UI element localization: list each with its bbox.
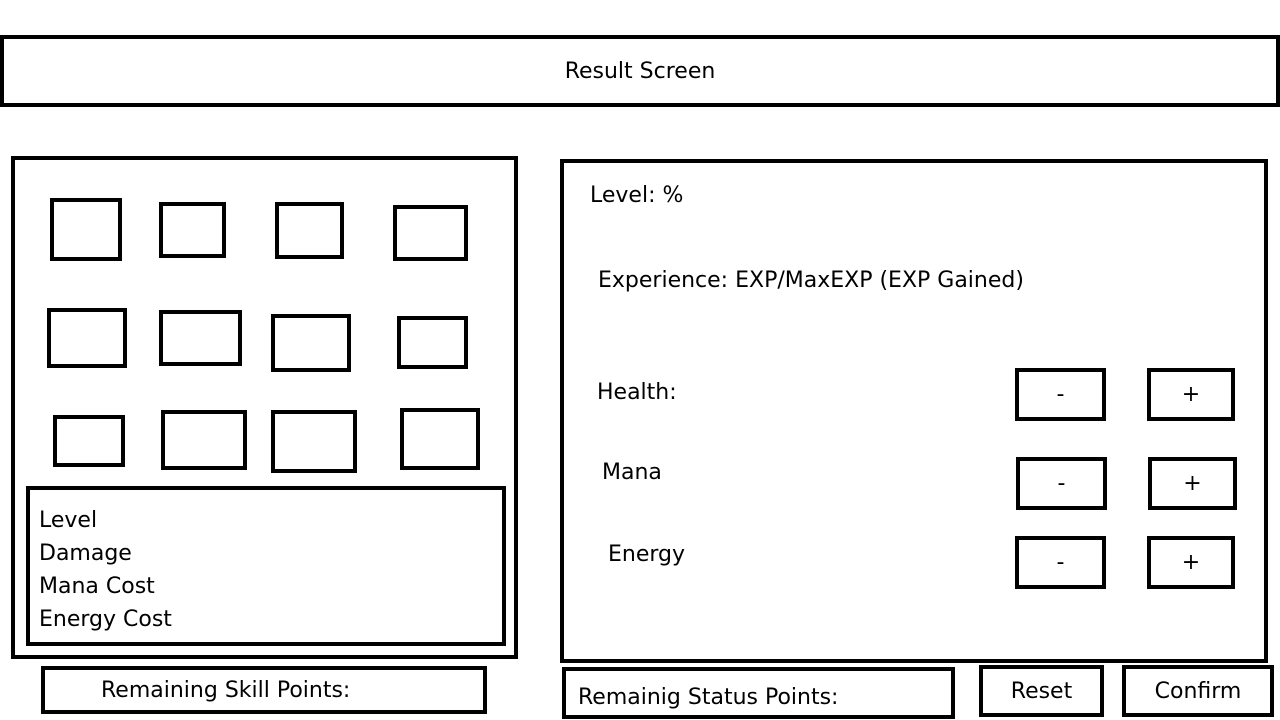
plus-icon: +: [1183, 471, 1202, 496]
skill-slot[interactable]: [50, 198, 122, 261]
skill-slot[interactable]: [53, 415, 125, 467]
skill-info-box: Level Damage Mana Cost Energy Cost: [26, 486, 506, 646]
skill-slot[interactable]: [47, 308, 127, 368]
minus-icon: -: [1057, 471, 1066, 496]
health-increase-button[interactable]: +: [1147, 368, 1235, 421]
reset-button-label: Reset: [1010, 678, 1073, 704]
title-bar: Result Screen: [0, 35, 1280, 107]
skills-panel: Level Damage Mana Cost Energy Cost: [11, 156, 518, 659]
remaining-skill-points-box: Remaining Skill Points:: [41, 666, 487, 714]
mana-decrease-button[interactable]: -: [1016, 457, 1107, 510]
confirm-button-label: Confirm: [1154, 678, 1242, 704]
remaining-status-points-label: Remainig Status Points:: [578, 685, 839, 710]
skill-level-label: Level: [39, 508, 98, 533]
plus-icon: +: [1181, 550, 1201, 575]
stats-panel: Level: % Experience: EXP/MaxEXP (EXP Gai…: [560, 159, 1268, 663]
energy-increase-button[interactable]: +: [1147, 536, 1235, 589]
plus-icon: +: [1181, 382, 1201, 407]
confirm-button[interactable]: Confirm: [1122, 665, 1274, 717]
level-label: Level: %: [590, 183, 684, 208]
skill-slot[interactable]: [393, 205, 468, 261]
skill-energy-cost-label: Energy Cost: [39, 607, 172, 632]
skill-slot[interactable]: [159, 310, 242, 366]
skill-slot[interactable]: [271, 410, 357, 473]
health-decrease-button[interactable]: -: [1015, 368, 1106, 421]
skill-slot[interactable]: [159, 202, 226, 258]
energy-label: Energy: [608, 542, 686, 567]
skill-slot[interactable]: [161, 410, 247, 470]
experience-label: Experience: EXP/MaxEXP (EXP Gained): [598, 268, 1024, 293]
mana-increase-button[interactable]: +: [1148, 457, 1237, 510]
remaining-status-points-box: Remainig Status Points:: [562, 667, 955, 719]
skill-slot[interactable]: [275, 202, 344, 259]
skill-damage-label: Damage: [39, 541, 132, 566]
minus-icon: -: [1056, 550, 1065, 575]
health-label: Health:: [597, 380, 677, 405]
skill-mana-cost-label: Mana Cost: [39, 574, 155, 599]
remaining-skill-points-label: Remaining Skill Points:: [101, 678, 351, 703]
minus-icon: -: [1056, 382, 1065, 407]
page-title: Result Screen: [564, 58, 716, 84]
skill-slot[interactable]: [271, 314, 351, 372]
skill-slot[interactable]: [397, 316, 468, 369]
reset-button[interactable]: Reset: [979, 665, 1104, 717]
mana-label: Mana: [602, 460, 662, 485]
energy-decrease-button[interactable]: -: [1015, 536, 1106, 589]
skill-slot[interactable]: [400, 408, 480, 470]
